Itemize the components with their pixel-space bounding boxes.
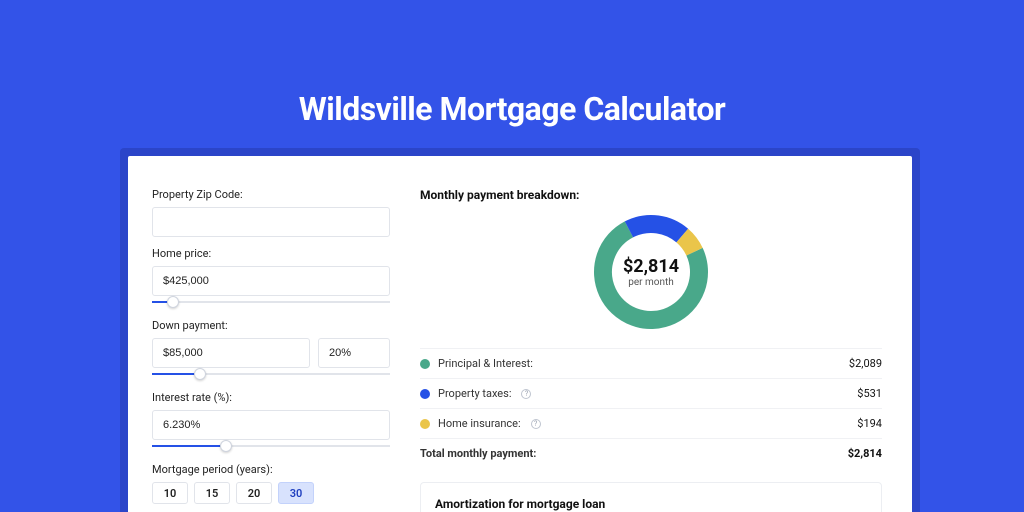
period-option-20[interactable]: 20 [236,482,272,504]
slider-thumb[interactable] [194,368,206,380]
home-price-field: Home price: [152,247,390,309]
zip-input[interactable] [152,207,390,237]
interest-rate-input[interactable] [152,410,390,440]
legend-label-taxes: Property taxes: [438,387,511,400]
amortization-box: Amortization for mortgage loan Amortizat… [420,482,882,512]
mortgage-period-options: 10 15 20 30 [152,482,390,504]
breakdown-column: Monthly payment breakdown: $2,814 per mo… [420,188,882,512]
donut-center-amount: $2,814 [623,256,679,277]
legend-value-taxes: $531 [857,387,882,400]
down-payment-slider[interactable] [152,367,390,381]
inputs-column: Property Zip Code: Home price: Down paym… [152,188,390,512]
info-icon[interactable]: ? [521,389,531,399]
home-price-label: Home price: [152,247,390,260]
down-payment-field: Down payment: [152,319,390,381]
mortgage-period-label: Mortgage period (years): [152,463,390,476]
calculator-card: Property Zip Code: Home price: Down paym… [128,156,912,512]
legend-label-total: Total monthly payment: [420,447,536,460]
legend-value-principal: $2,089 [849,357,882,370]
slider-thumb[interactable] [167,296,179,308]
legend-row-total: Total monthly payment: $2,814 [420,438,882,468]
legend-label-principal: Principal & Interest: [438,357,533,370]
period-option-15[interactable]: 15 [194,482,230,504]
home-price-slider[interactable] [152,295,390,309]
page-title: Wildsville Mortgage Calculator [0,0,1024,128]
legend-dot-insurance [420,419,430,429]
mortgage-period-field: Mortgage period (years): 10 15 20 30 [152,463,390,504]
legend-label-insurance: Home insurance: [438,417,521,430]
interest-rate-field: Interest rate (%): [152,391,390,453]
zip-field: Property Zip Code: [152,188,390,237]
zip-label: Property Zip Code: [152,188,390,201]
legend-dot-principal [420,359,430,369]
legend-dot-taxes [420,389,430,399]
period-option-10[interactable]: 10 [152,482,188,504]
legend-value-total: $2,814 [848,447,882,460]
down-payment-pct-input[interactable] [318,338,390,368]
down-payment-label: Down payment: [152,319,390,332]
period-option-30[interactable]: 30 [278,482,314,504]
legend-row-principal: Principal & Interest: $2,089 [420,348,882,378]
interest-rate-slider[interactable] [152,439,390,453]
donut-center: $2,814 per month [623,256,679,288]
interest-rate-label: Interest rate (%): [152,391,390,404]
donut-center-sub: per month [623,277,679,288]
slider-thumb[interactable] [220,440,232,452]
down-payment-input[interactable] [152,338,310,368]
breakdown-title: Monthly payment breakdown: [420,188,882,202]
legend-value-insurance: $194 [857,417,882,430]
page-background: Wildsville Mortgage Calculator Property … [0,0,1024,512]
donut-chart: $2,814 per month [420,212,882,332]
info-icon[interactable]: ? [531,419,541,429]
legend-row-insurance: Home insurance: ? $194 [420,408,882,438]
legend-row-taxes: Property taxes: ? $531 [420,378,882,408]
home-price-input[interactable] [152,266,390,296]
amortization-title: Amortization for mortgage loan [435,497,867,511]
